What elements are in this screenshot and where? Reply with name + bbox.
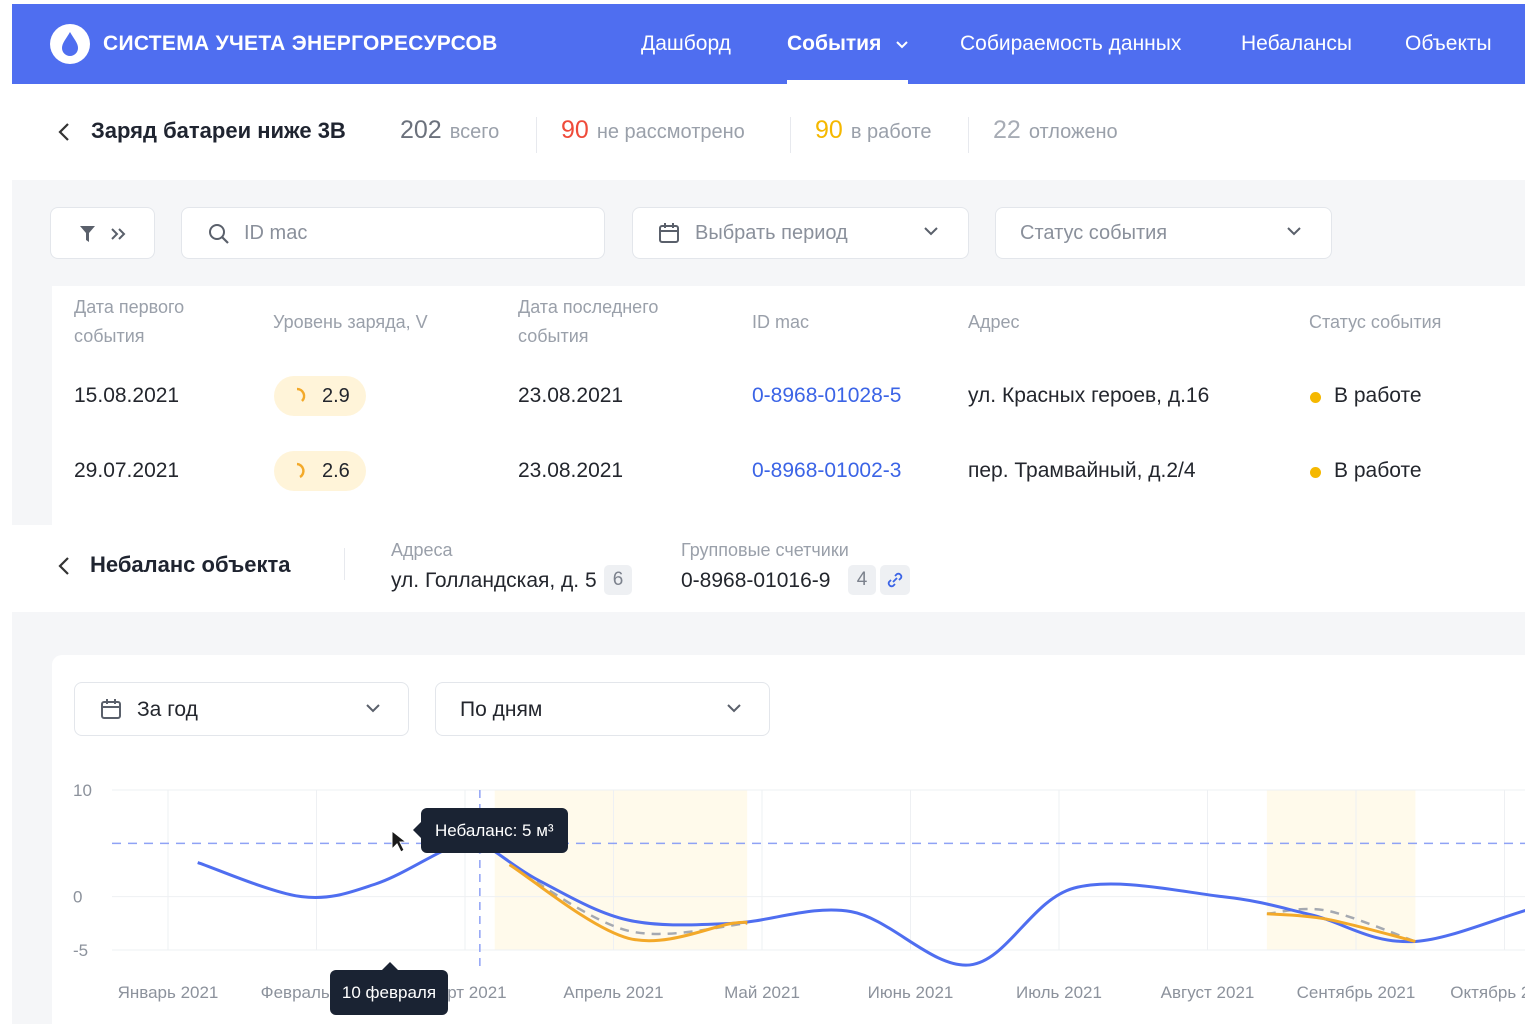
chart-tooltip: Небаланс: 5 м³ xyxy=(421,808,568,853)
x-tick-label: Август 2021 xyxy=(1161,983,1255,1002)
x-tick-label: Октябрь 2021 xyxy=(1450,983,1525,1002)
mouse-cursor-icon xyxy=(391,829,408,853)
tooltip-pointer xyxy=(413,822,421,838)
imbalance-chart[interactable]: 100-5Январь 2021 Февраль 2021 Март 2021 Апр… xyxy=(0,0,1525,1024)
x-tick-label: Май 2021 xyxy=(724,983,800,1002)
y-tick-label: 10 xyxy=(73,781,92,800)
x-tick-label: Июль 2021 xyxy=(1016,983,1102,1002)
x-tick-label: Апрель 2021 xyxy=(563,983,663,1002)
x-tick-label: Январь 2021 xyxy=(118,983,219,1002)
x-tick-label: Сентябрь 2021 xyxy=(1297,983,1416,1002)
y-tick-label: -5 xyxy=(73,941,88,960)
chart-date-tooltip: 10 февраля xyxy=(330,962,448,1015)
y-tick-label: 0 xyxy=(73,888,82,907)
x-tick-label: Июнь 2021 xyxy=(868,983,954,1002)
